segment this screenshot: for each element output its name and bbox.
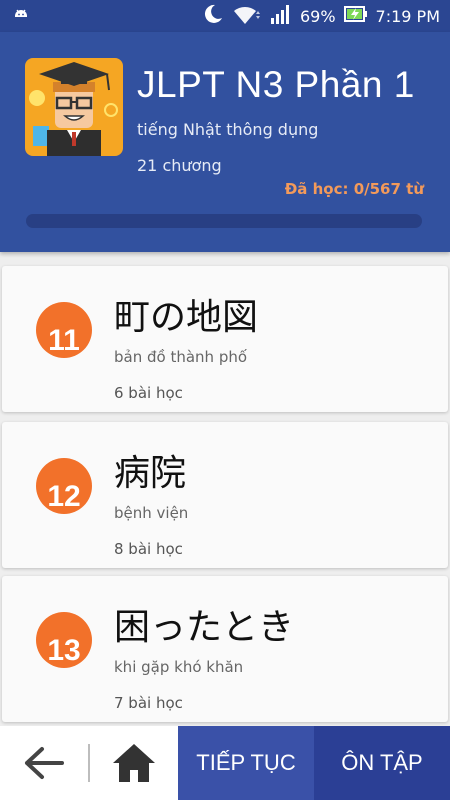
chapter-card[interactable]: 12 病院 bệnh viện 8 bài học xyxy=(2,422,448,568)
chapter-number-badge: 12 xyxy=(36,458,92,514)
chapter-meaning: bệnh viện xyxy=(114,504,189,522)
back-button[interactable] xyxy=(0,726,88,800)
android-icon xyxy=(12,7,30,29)
chapter-number: 12 xyxy=(47,480,81,513)
chapter-number: 13 xyxy=(47,634,81,667)
lesson-count: 8 bài học xyxy=(114,540,183,558)
learned-count: Đã học: 0/567 từ xyxy=(284,180,424,198)
chapter-meaning: khi gặp khó khăn xyxy=(114,658,244,676)
chapter-title: 町の地図 xyxy=(114,297,259,338)
chapter-number-badge: 13 xyxy=(36,612,92,668)
lesson-count: 6 bài học xyxy=(114,384,183,402)
chapter-number-badge: 11 xyxy=(36,302,92,358)
battery-charging-icon xyxy=(343,5,368,27)
chapter-count: 21 chương xyxy=(137,156,222,175)
lesson-count: 7 bài học xyxy=(114,694,183,712)
course-avatar xyxy=(25,58,123,156)
chapter-title: 病院 xyxy=(114,453,187,494)
continue-button[interactable]: TIẾP TỤC xyxy=(178,726,314,800)
battery-percent: 69% xyxy=(299,6,336,26)
course-header: JLPT N3 Phần 1 tiếng Nhật thông dụng 21 … xyxy=(0,32,450,252)
chapter-card[interactable]: 13 困ったとき khi gặp khó khăn 7 bài học xyxy=(2,576,448,722)
moon-icon xyxy=(202,3,224,29)
chapter-card[interactable]: 11 町の地図 bản đồ thành phố 6 bài học xyxy=(2,266,448,412)
chapter-title: 困ったとき xyxy=(114,607,295,648)
wifi-icon xyxy=(232,3,262,29)
chapter-meaning: bản đồ thành phố xyxy=(114,348,248,366)
home-button[interactable] xyxy=(90,726,178,800)
course-subtitle: tiếng Nhật thông dụng xyxy=(137,120,319,139)
chapter-list[interactable]: 11 町の地図 bản đồ thành phố 6 bài học 12 病院… xyxy=(0,252,450,726)
bottom-bar: TIẾP TỤC ÔN TẬP xyxy=(0,726,450,800)
home-icon xyxy=(113,744,155,782)
status-bar: 69% 7:19 PM xyxy=(0,0,450,32)
course-title: JLPT N3 Phần 1 xyxy=(137,64,415,105)
signal-icon xyxy=(270,4,292,28)
chapter-number: 11 xyxy=(48,324,80,357)
clock: 7:19 PM xyxy=(375,6,440,26)
progress-bar xyxy=(26,214,422,228)
arrow-left-icon xyxy=(25,747,64,779)
review-button[interactable]: ÔN TẬP xyxy=(314,726,450,800)
